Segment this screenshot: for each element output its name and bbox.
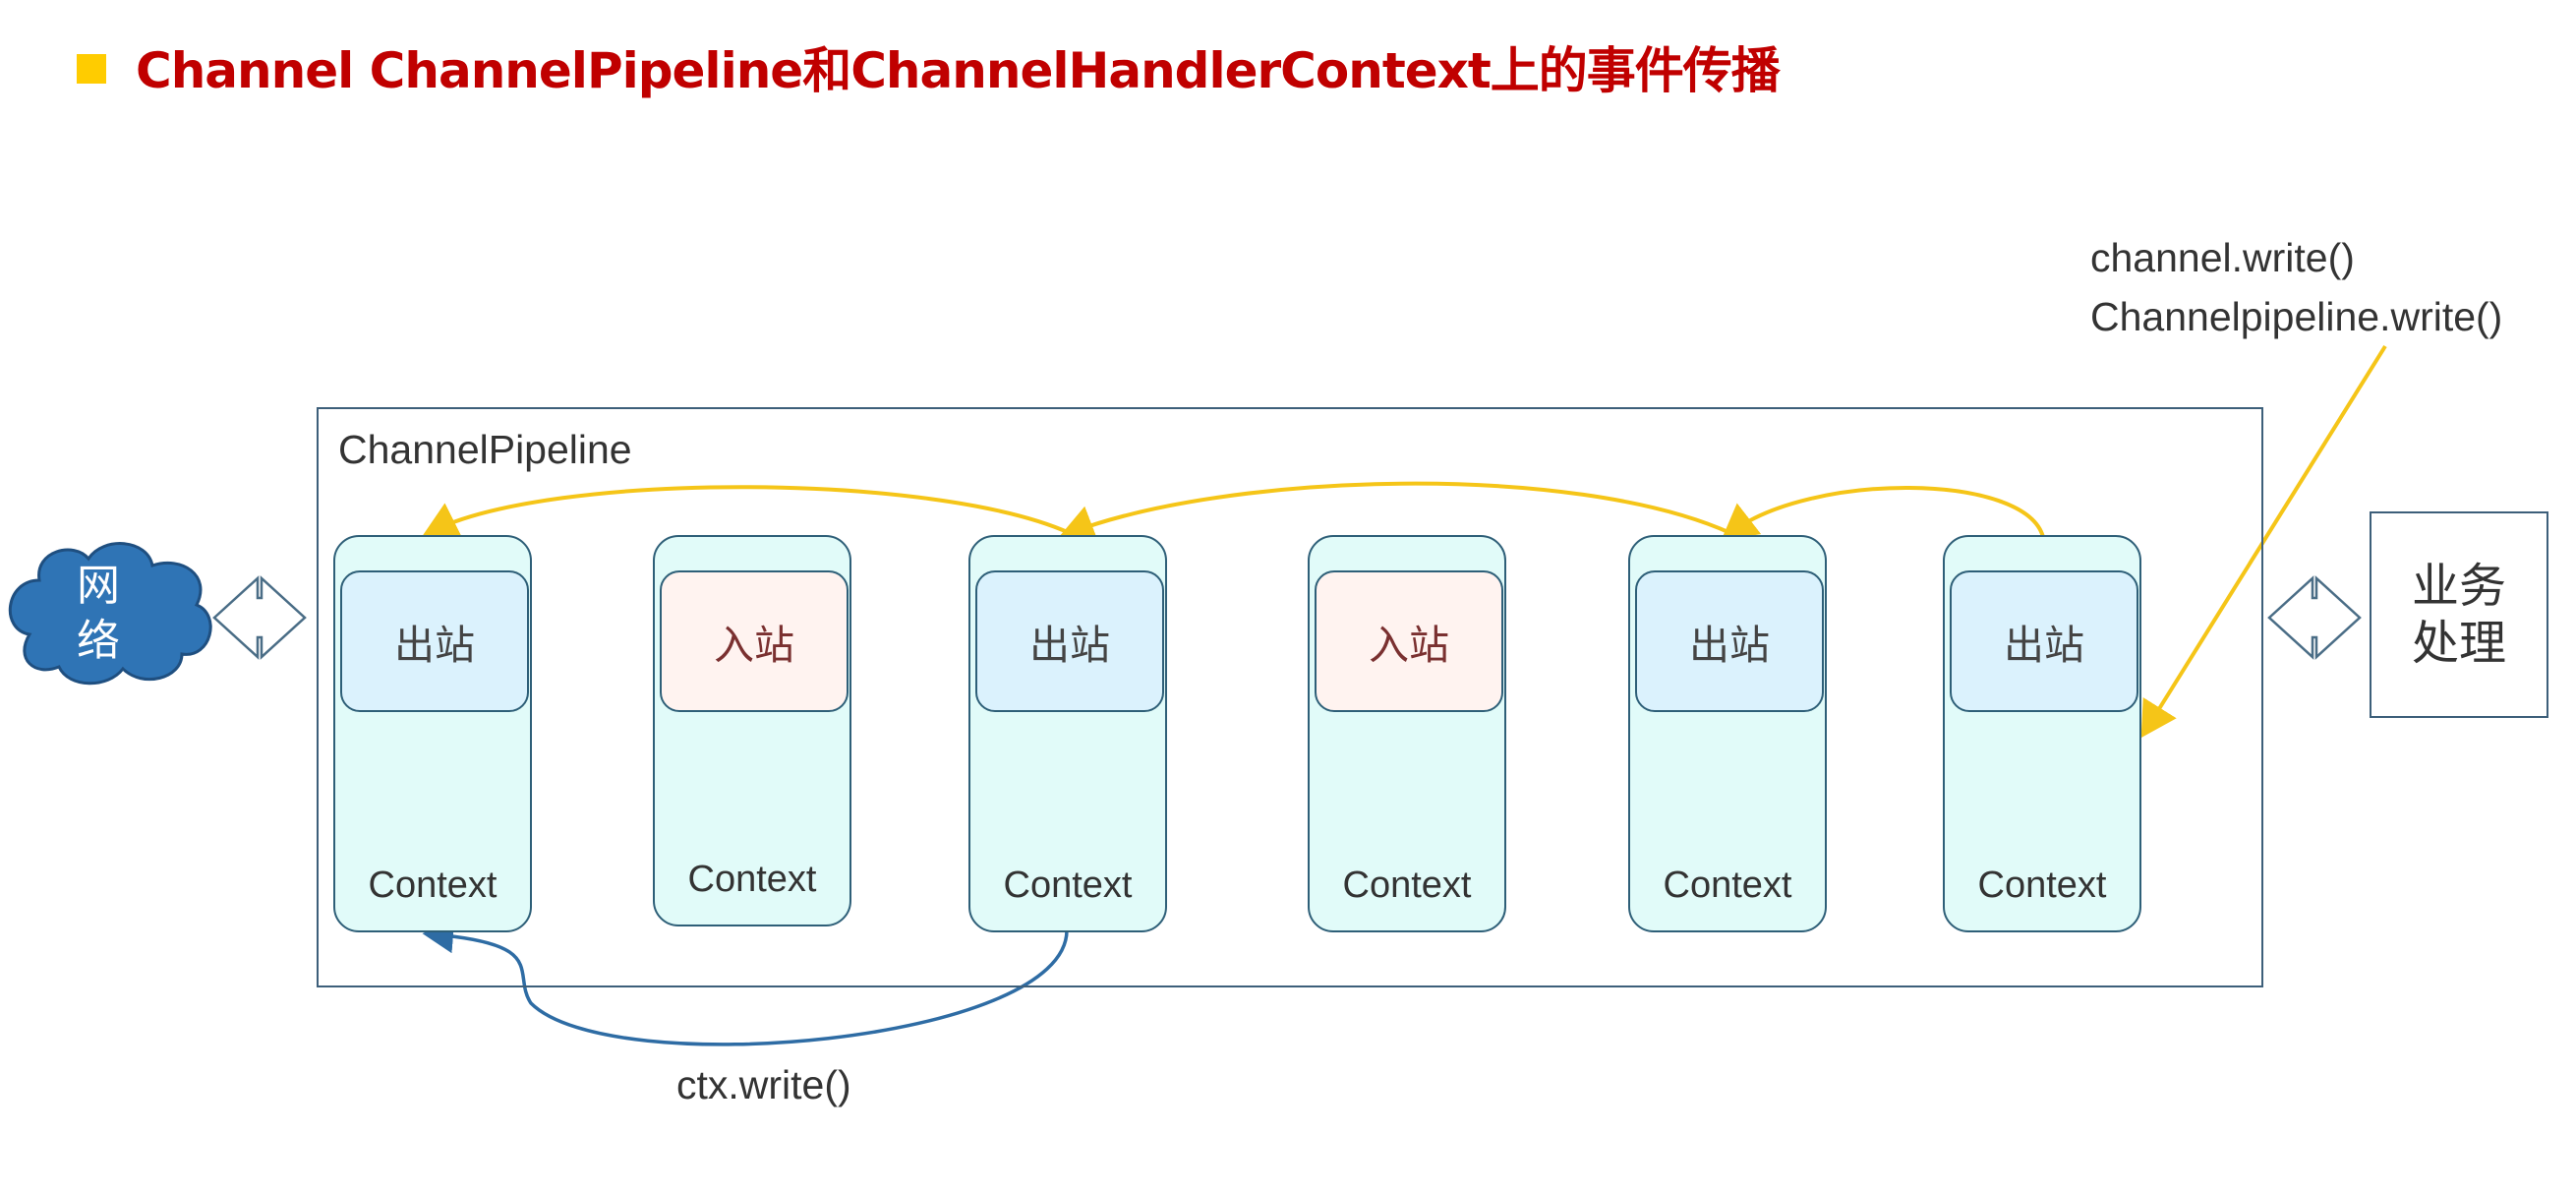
business-label-line1: 业务 <box>2411 559 2506 614</box>
handler-inbound: 入站 <box>660 570 849 712</box>
handler-outbound: 出站 <box>340 570 529 712</box>
context-label: Context <box>1003 865 1133 906</box>
context-label: Context <box>368 865 498 906</box>
business-label-line2: 处理 <box>2411 616 2506 671</box>
context-label: Context <box>1977 865 2107 906</box>
business-processing-box: 业务 处理 <box>2370 511 2548 718</box>
channel-pipeline-label: ChannelPipeline <box>338 427 632 472</box>
network-label-line2: 络 <box>77 616 120 666</box>
context-label: Context <box>1342 865 1472 906</box>
handler-outbound: 出站 <box>1950 570 2138 712</box>
context-node: 出站 Context <box>333 535 532 932</box>
context-label: Context <box>687 859 817 900</box>
context-node: 入站 Context <box>653 535 851 926</box>
context-label: Context <box>1663 865 1792 906</box>
channel-write-callout: channel.write() Channelpipeline.write() <box>2090 228 2502 346</box>
network-label-line1: 网 <box>77 561 120 611</box>
network-label: 网 络 <box>39 559 157 669</box>
handler-outbound: 出站 <box>1635 570 1824 712</box>
network-double-arrow <box>212 575 307 660</box>
context-node: 出站 Context <box>1628 535 1827 932</box>
context-node: 入站 Context <box>1308 535 1506 932</box>
ctx-write-label: ctx.write() <box>676 1062 851 1107</box>
callout-line1: channel.write() <box>2090 235 2355 280</box>
handler-outbound: 出站 <box>975 570 1164 712</box>
context-node: 出站 Context <box>1943 535 2141 932</box>
handler-inbound: 入站 <box>1315 570 1503 712</box>
business-double-arrow <box>2267 575 2362 660</box>
context-node: 出站 Context <box>968 535 1167 932</box>
callout-line2: Channelpipeline.write() <box>2090 294 2503 339</box>
